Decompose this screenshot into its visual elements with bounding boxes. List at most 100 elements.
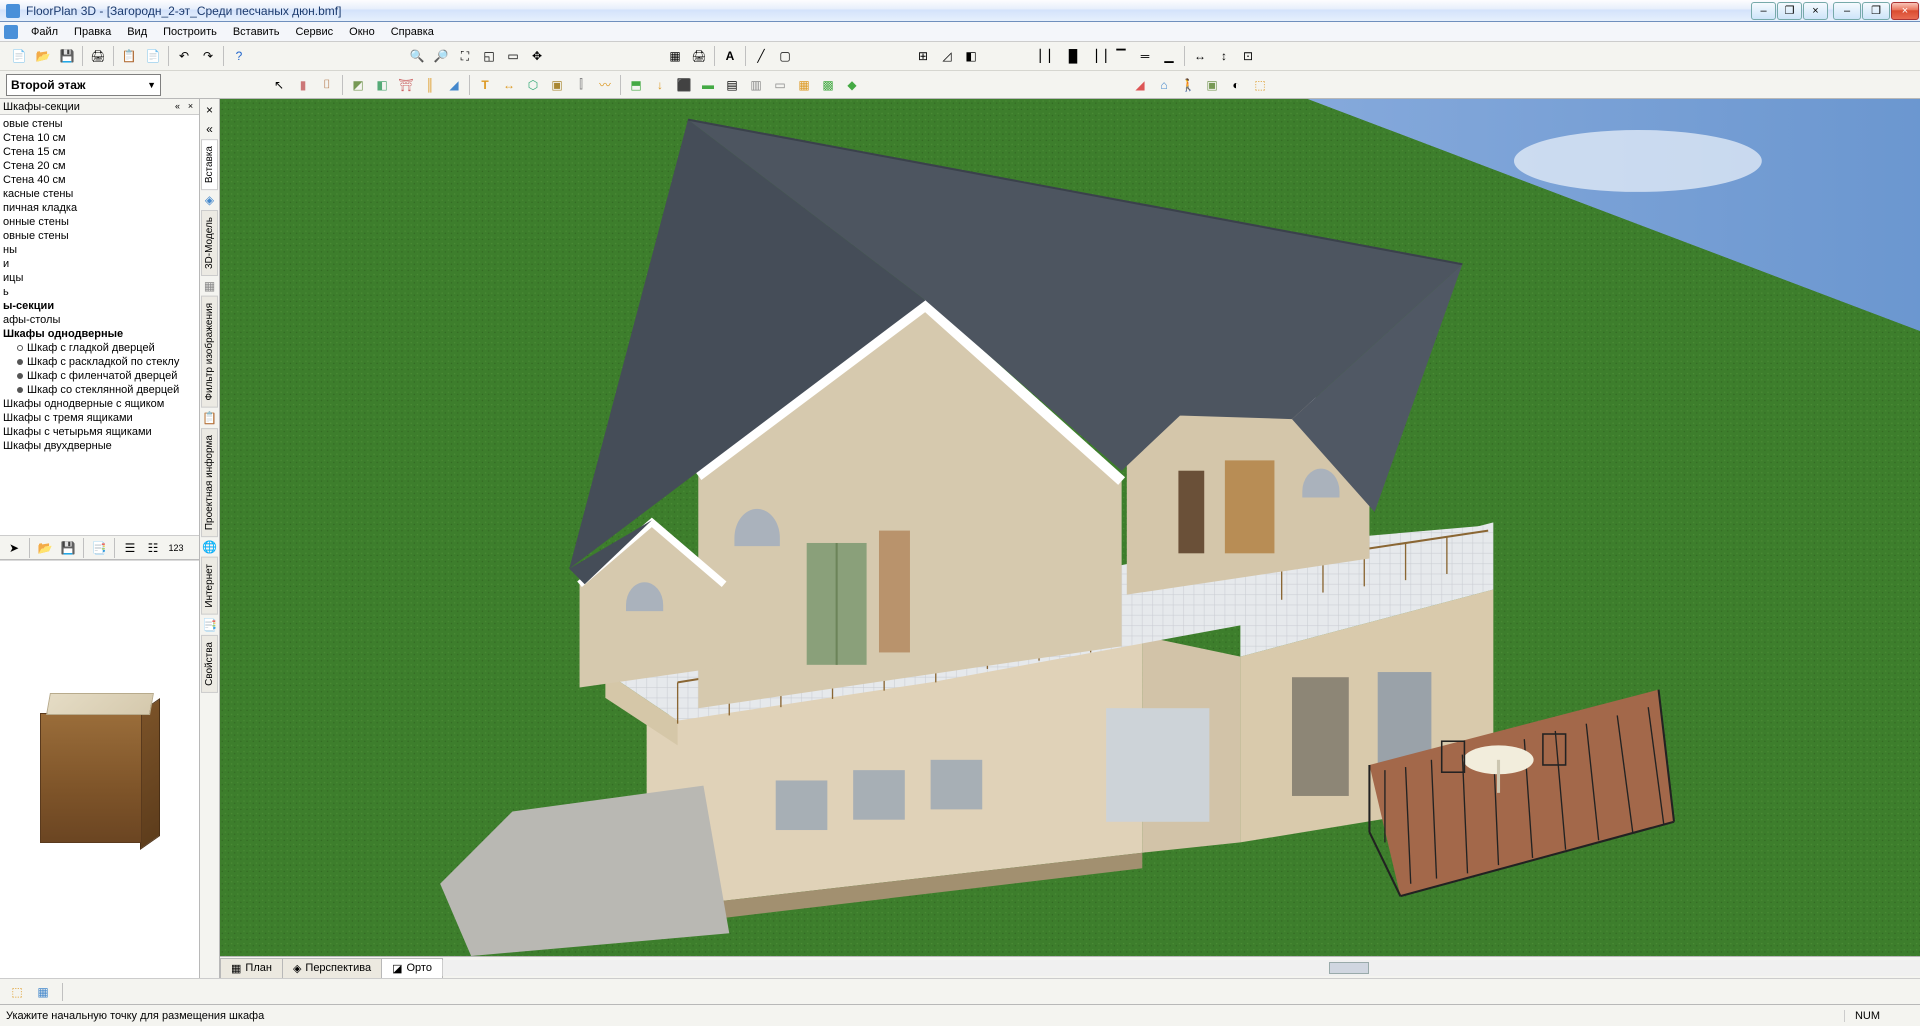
align-bottom-button[interactable]: ▁	[1158, 45, 1180, 67]
fence-tool-button[interactable]: ▦	[793, 74, 815, 96]
line-tool-button[interactable]: ╱	[750, 45, 772, 67]
symbol-button[interactable]: ⬡	[522, 74, 544, 96]
align-center-h-button[interactable]: ▐▌	[1062, 45, 1084, 67]
tab-perspective[interactable]: ◈ Перспектива	[282, 958, 382, 978]
menu-service[interactable]: Сервис	[288, 24, 340, 40]
new-file-button[interactable]: 📄	[8, 45, 30, 67]
square-tool-button[interactable]: ▢	[774, 45, 796, 67]
catalog-list1-icon[interactable]: ☰	[120, 538, 140, 558]
vtab-prop-icon[interactable]: 📑	[202, 617, 218, 633]
rail-tool-button[interactable]: ⫿	[570, 74, 592, 96]
catalog-item[interactable]: Шкаф с гладкой дверцей	[3, 341, 196, 355]
catalog-item[interactable]: Шкафы однодверные	[3, 327, 196, 341]
zoom-window-button[interactable]: ⛶	[454, 45, 476, 67]
toggle-print-button[interactable]: 🖨	[688, 45, 710, 67]
catalog-item[interactable]: Шкаф с филенчатой дверцей	[3, 369, 196, 383]
snap-grid-button[interactable]: ⊞	[912, 45, 934, 67]
column-tool-button[interactable]: ║	[419, 74, 441, 96]
catalog-item[interactable]: ицы	[3, 271, 196, 285]
save-file-button[interactable]: 💾	[56, 45, 78, 67]
catalog-list3-icon[interactable]: 123	[166, 538, 186, 558]
vtab-filter[interactable]: Фильтр изображения	[201, 296, 218, 408]
stairs-tool-button[interactable]: ⛩	[395, 74, 417, 96]
level-button[interactable]: ↓	[649, 74, 671, 96]
catalog-item[interactable]: ы-секции	[3, 299, 196, 313]
menu-insert[interactable]: Вставить	[226, 24, 287, 40]
zoom-fit-button[interactable]: ◱	[478, 45, 500, 67]
catalog-item[interactable]: Стена 40 см	[3, 173, 196, 187]
catalog-item[interactable]: ны	[3, 243, 196, 257]
mdi-restore-button[interactable]: ❐	[1777, 2, 1802, 20]
catalog-item[interactable]: Шкафы с четырьмя ящиками	[3, 425, 196, 439]
zoom-in-button[interactable]: 🔍	[406, 45, 428, 67]
vtab-filter-icon[interactable]: ▦	[202, 278, 218, 294]
catalog-item[interactable]: пичная кладка	[3, 201, 196, 215]
tab-plan[interactable]: ▦ План	[220, 958, 283, 978]
catalog-item[interactable]: онные стены	[3, 215, 196, 229]
select-tool-button[interactable]: ↖	[268, 74, 290, 96]
mdi-close-button[interactable]: ×	[1803, 2, 1828, 20]
menu-view[interactable]: Вид	[120, 24, 154, 40]
vtab-internet[interactable]: Интернет	[201, 557, 218, 615]
side-close-icon[interactable]: ×	[185, 101, 196, 112]
mdi-minimize-button[interactable]: –	[1751, 2, 1776, 20]
catalog-item[interactable]: Шкафы однодверные с ящиком	[3, 397, 196, 411]
catalog-item[interactable]: афы-столы	[3, 313, 196, 327]
catalog-item[interactable]: Стена 10 см	[3, 131, 196, 145]
catalog-add-icon[interactable]: 📑	[89, 538, 109, 558]
catalog-item[interactable]: Шкаф со стеклянной дверцей	[3, 383, 196, 397]
vtab-3dmodel[interactable]: 3D-Модель	[201, 210, 218, 276]
sec-tool-2[interactable]: ▦	[32, 981, 54, 1003]
tab-ortho[interactable]: ◪ Орто	[381, 958, 443, 978]
snap-angle-button[interactable]: ◿	[936, 45, 958, 67]
text-label-button[interactable]: T	[474, 74, 496, 96]
catalog-item[interactable]: Шкафы с тремя ящиками	[3, 411, 196, 425]
sec-tool-1[interactable]: ⬚	[6, 981, 28, 1003]
window-minimize-button[interactable]: –	[1833, 2, 1861, 20]
vtab-info-icon[interactable]: 📋	[202, 410, 218, 426]
misc-tool-button[interactable]: ◆	[841, 74, 863, 96]
menu-file[interactable]: Файл	[24, 24, 65, 40]
vtab-projectinfo[interactable]: Проектная информа	[201, 428, 218, 537]
path-tool-button[interactable]: 〰	[594, 74, 616, 96]
catalog-item[interactable]: Шкафы двухдверные	[3, 439, 196, 453]
vtab-expand-icon[interactable]: «	[202, 121, 218, 137]
catalog-item[interactable]: Стена 15 см	[3, 145, 196, 159]
3d-viewport[interactable]	[220, 99, 1920, 956]
catalog-item[interactable]: Стена 20 см	[3, 159, 196, 173]
terrain-button[interactable]: ⬒	[625, 74, 647, 96]
catalog-open-icon[interactable]: 📂	[35, 538, 55, 558]
door-tool-button[interactable]: ⌷	[316, 74, 338, 96]
align-middle-button[interactable]: ═	[1134, 45, 1156, 67]
layer-button[interactable]: ⬚	[1249, 74, 1271, 96]
redo-button[interactable]: ↷	[197, 45, 219, 67]
print-button[interactable]: 🖨	[87, 45, 109, 67]
undo-button[interactable]: ↶	[173, 45, 195, 67]
catalog-list2-icon[interactable]: ☷	[143, 538, 163, 558]
distribute-h-button[interactable]: ↔	[1189, 45, 1211, 67]
floor-selector[interactable]: Второй этаж ▼	[6, 74, 161, 96]
vtab-3d-icon[interactable]: ◈	[202, 192, 218, 208]
catalog-item[interactable]: и	[3, 257, 196, 271]
catalog-item[interactable]: овные стены	[3, 229, 196, 243]
walk-button[interactable]: 🚶	[1177, 74, 1199, 96]
distribute-v-button[interactable]: ↕	[1213, 45, 1235, 67]
paste-button[interactable]: 📄	[142, 45, 164, 67]
menu-build[interactable]: Построить	[156, 24, 224, 40]
align-left-button[interactable]: ▏▏	[1038, 45, 1060, 67]
stacked-tool-button[interactable]: ▤	[721, 74, 743, 96]
dimension-button[interactable]: ↔	[498, 74, 520, 96]
catalog-item[interactable]: Шкаф с раскладкой по стеклу	[3, 355, 196, 369]
open-file-button[interactable]: 📂	[32, 45, 54, 67]
group-button[interactable]: ⊡	[1237, 45, 1259, 67]
window-close-button[interactable]: ×	[1891, 2, 1919, 20]
window-maximize-button[interactable]: ❐	[1862, 2, 1890, 20]
box-tool-button[interactable]: ▣	[546, 74, 568, 96]
opening-tool-button[interactable]: ◧	[371, 74, 393, 96]
copy-button[interactable]: 📋	[118, 45, 140, 67]
horizontal-scrollbar[interactable]	[442, 960, 1920, 976]
catalog-tree[interactable]: овые стеныСтена 10 смСтена 15 смСтена 20…	[0, 115, 199, 535]
render-button[interactable]: ▣	[1201, 74, 1223, 96]
roof-tool-button[interactable]: ◢	[443, 74, 465, 96]
wall-tool-button[interactable]: ▮	[292, 74, 314, 96]
